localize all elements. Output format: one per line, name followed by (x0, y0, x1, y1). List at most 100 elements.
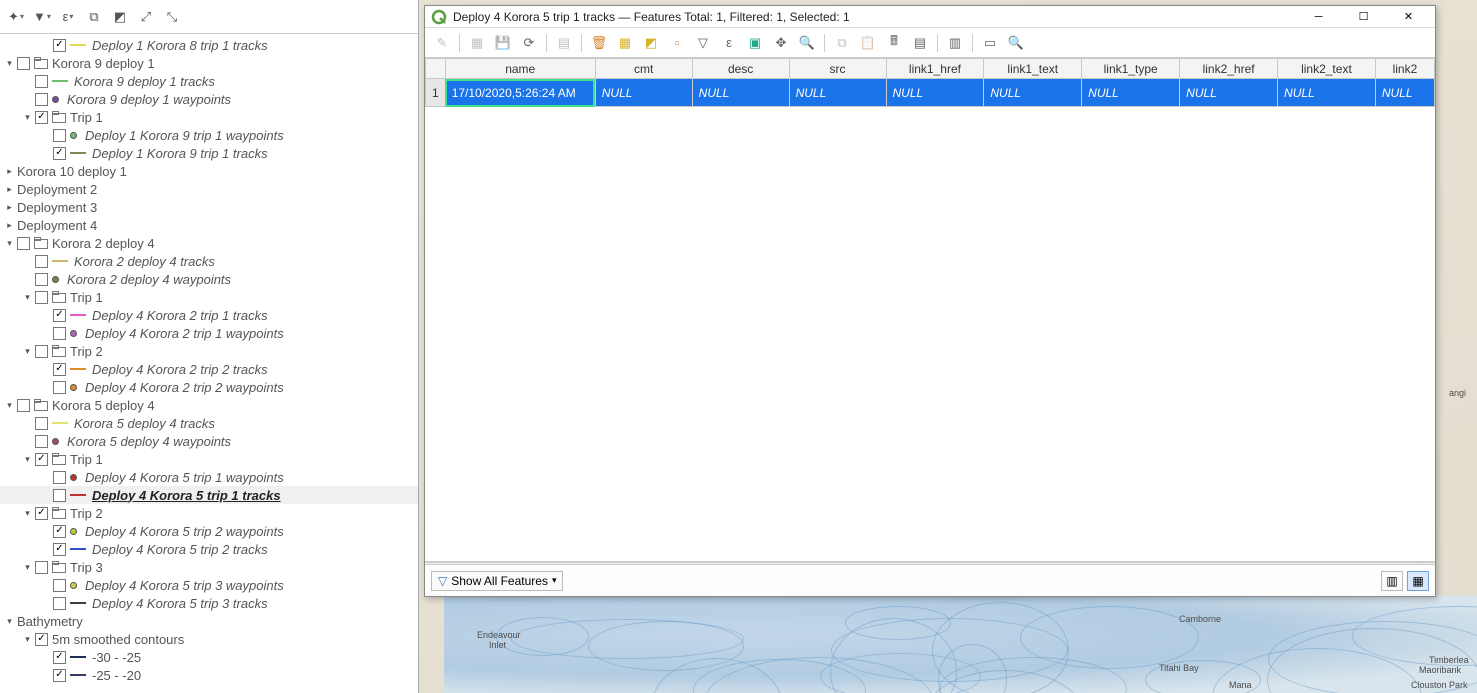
visibility-checkbox[interactable] (35, 111, 48, 124)
table-cell[interactable]: NULL (789, 79, 886, 107)
visibility-checkbox[interactable] (53, 39, 66, 52)
filter-selection-icon[interactable]: ▽ (692, 32, 714, 54)
layer-node[interactable]: Deploy 4 Korora 5 trip 3 tracks (0, 594, 418, 612)
expand-toggle[interactable]: ▾ (22, 292, 33, 303)
column-header[interactable]: link1_text (984, 59, 1082, 79)
visibility-checkbox[interactable] (35, 507, 48, 520)
layer-node[interactable]: Deploy 4 Korora 2 trip 2 tracks (0, 360, 418, 378)
expand-toggle[interactable]: ▾ (22, 508, 33, 519)
layer-node[interactable]: Korora 5 deploy 4 waypoints (0, 432, 418, 450)
visibility-checkbox[interactable] (35, 93, 48, 106)
visibility-checkbox[interactable] (35, 291, 48, 304)
visibility-checkbox[interactable] (35, 633, 48, 646)
select-by-value-icon[interactable]: ε (718, 32, 740, 54)
layer-node[interactable]: Korora 9 deploy 1 tracks (0, 72, 418, 90)
column-header[interactable]: src (789, 59, 886, 79)
layer-node[interactable]: Deploy 1 Korora 9 trip 1 tracks (0, 144, 418, 162)
layer-node[interactable]: ▾Korora 5 deploy 4 (0, 396, 418, 414)
visibility-checkbox[interactable] (53, 543, 66, 556)
layer-node[interactable]: ▾Korora 9 deploy 1 (0, 54, 418, 72)
visibility-checkbox[interactable] (35, 561, 48, 574)
layer-node[interactable]: ▸Deployment 2 (0, 180, 418, 198)
invert-selection-icon[interactable]: ◩ (640, 32, 662, 54)
layer-node[interactable]: Deploy 4 Korora 5 trip 2 tracks (0, 540, 418, 558)
layer-node[interactable]: ▾Trip 1 (0, 288, 418, 306)
reload-icon[interactable]: ⟳ (518, 32, 540, 54)
layer-tree[interactable]: Deploy 1 Korora 8 trip 1 tracks▾Korora 9… (0, 34, 418, 693)
expand-toggle[interactable]: ▸ (4, 184, 15, 195)
expand-toggle[interactable]: ▾ (4, 400, 15, 411)
layer-node[interactable]: ▾5m smoothed contours (0, 630, 418, 648)
layer-node[interactable]: ▾Trip 2 (0, 504, 418, 522)
visibility-checkbox[interactable] (35, 417, 48, 430)
table-cell[interactable]: NULL (886, 79, 984, 107)
minimize-button[interactable]: ─ (1296, 7, 1341, 27)
deselect-icon[interactable]: ▫ (666, 32, 688, 54)
map-canvas[interactable]: EndeavourInletTitahi BayCamborneManaTimb… (419, 0, 1477, 693)
visibility-checkbox[interactable] (17, 57, 30, 70)
visibility-checkbox[interactable] (53, 651, 66, 664)
expand-toggle[interactable]: ▾ (4, 616, 15, 627)
layer-node[interactable]: ▾Korora 2 deploy 4 (0, 234, 418, 252)
visibility-checkbox[interactable] (35, 345, 48, 358)
layer-node[interactable]: ▾Trip 1 (0, 108, 418, 126)
layer-node[interactable]: ▸Deployment 4 (0, 216, 418, 234)
layer-node[interactable]: ▸Deployment 3 (0, 198, 418, 216)
zoom-map-icon[interactable]: 🔍 (1005, 32, 1027, 54)
table-cell[interactable]: 17/10/2020,5:26:24 AM (445, 79, 595, 107)
expand-toggle[interactable]: ▾ (22, 112, 33, 123)
table-row[interactable]: 117/10/2020,5:26:24 AMNULLNULLNULLNULLNU… (426, 79, 1435, 107)
expand-toggle[interactable]: ▾ (4, 238, 15, 249)
layer-node[interactable]: ▸Korora 10 deploy 1 (0, 162, 418, 180)
column-header[interactable]: desc (692, 59, 789, 79)
column-header[interactable]: link1_href (886, 59, 984, 79)
attribute-grid[interactable]: namecmtdescsrclink1_hreflink1_textlink1_… (425, 58, 1435, 562)
expand-toggle[interactable]: ▾ (22, 634, 33, 645)
row-number[interactable]: 1 (426, 79, 446, 107)
window-titlebar[interactable]: Deploy 4 Korora 5 trip 1 tracks — Featur… (425, 6, 1435, 28)
layer-node[interactable]: Deploy 4 Korora 2 trip 1 waypoints (0, 324, 418, 342)
style-preset-button[interactable]: ✦ (6, 7, 26, 27)
visibility-checkbox[interactable] (53, 363, 66, 376)
layer-node[interactable]: ▾Trip 3 (0, 558, 418, 576)
column-header[interactable]: name (445, 59, 595, 79)
expand-toggle[interactable]: ▾ (22, 562, 33, 573)
expression-filter-button[interactable]: ε (58, 7, 78, 27)
maximize-button[interactable]: ☐ (1341, 7, 1386, 27)
visibility-checkbox[interactable] (35, 435, 48, 448)
expand-toggle[interactable]: ▸ (4, 202, 15, 213)
delete-selected-icon[interactable]: 🗑 (588, 32, 610, 54)
layer-node[interactable]: ▾Trip 1 (0, 450, 418, 468)
column-header[interactable]: cmt (595, 59, 692, 79)
visibility-checkbox[interactable] (53, 525, 66, 538)
manage-themes-button[interactable]: ◩ (110, 7, 130, 27)
table-cell[interactable]: NULL (1278, 79, 1376, 107)
conditional-format-icon[interactable]: ▤ (909, 32, 931, 54)
table-cell[interactable]: NULL (1375, 79, 1434, 107)
table-cell[interactable]: NULL (692, 79, 789, 107)
visibility-checkbox[interactable] (35, 453, 48, 466)
visibility-checkbox[interactable] (53, 489, 66, 502)
layer-node[interactable]: Deploy 4 Korora 2 trip 1 tracks (0, 306, 418, 324)
visibility-checkbox[interactable] (53, 579, 66, 592)
expand-toggle[interactable]: ▸ (4, 220, 15, 231)
visibility-checkbox[interactable] (53, 309, 66, 322)
table-cell[interactable]: NULL (1082, 79, 1180, 107)
table-view-button[interactable]: ▦ (1407, 571, 1429, 591)
layer-node[interactable]: Deploy 1 Korora 9 trip 1 waypoints (0, 126, 418, 144)
close-button[interactable]: ✕ (1386, 7, 1431, 27)
visibility-checkbox[interactable] (17, 237, 30, 250)
layer-node[interactable]: Korora 2 deploy 4 tracks (0, 252, 418, 270)
visibility-checkbox[interactable] (53, 381, 66, 394)
add-group-button[interactable]: ⧉ (84, 7, 104, 27)
visibility-checkbox[interactable] (53, 327, 66, 340)
layer-node[interactable]: Deploy 4 Korora 5 trip 1 waypoints (0, 468, 418, 486)
zoom-to-selected-icon[interactable]: 🔍 (796, 32, 818, 54)
layer-node[interactable]: Deploy 4 Korora 5 trip 2 waypoints (0, 522, 418, 540)
field-calc-icon[interactable]: 🖩 (883, 32, 905, 54)
visibility-checkbox[interactable] (35, 75, 48, 88)
visibility-checkbox[interactable] (53, 129, 66, 142)
expand-all-button[interactable]: ⤢ (136, 7, 156, 27)
table-cell[interactable]: NULL (595, 79, 692, 107)
dock-icon[interactable]: ▭ (979, 32, 1001, 54)
